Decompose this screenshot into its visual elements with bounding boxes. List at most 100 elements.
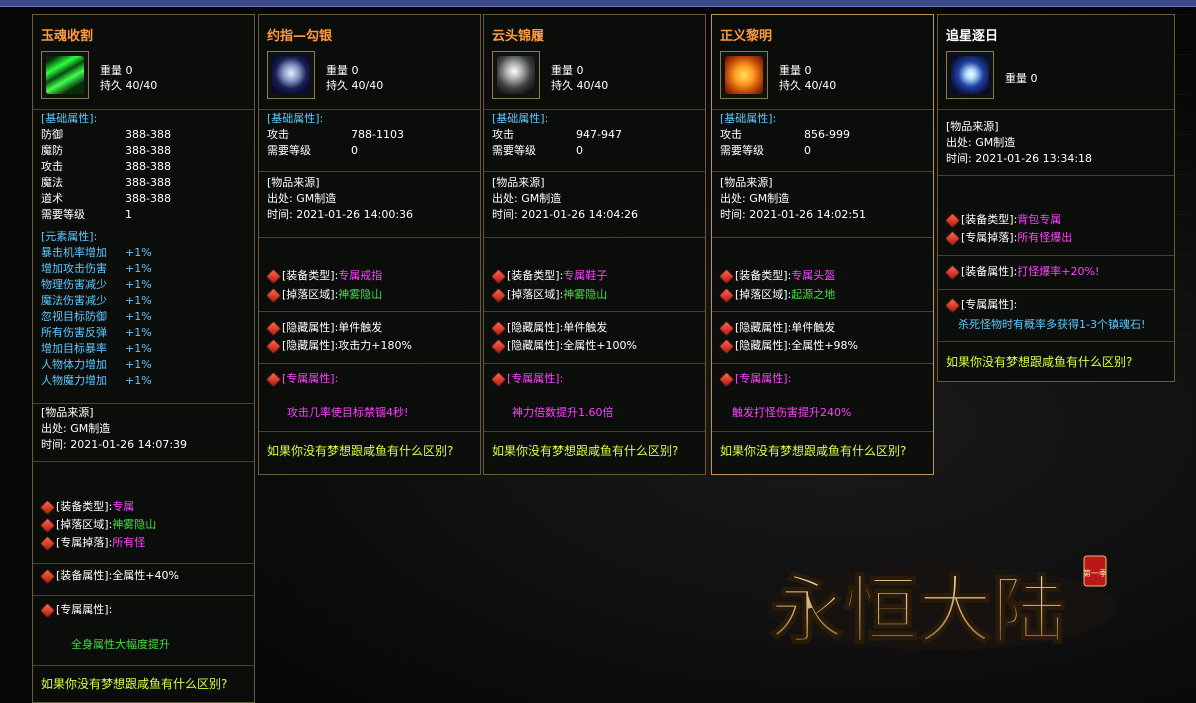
divider [33,563,254,564]
divider [33,595,254,596]
gem-bullet-icon [267,339,280,353]
flavor-text: 如果你没有梦想跟咸鱼有什么区别? [720,444,907,458]
elem-value: +1% [125,294,152,307]
gem-bullet-icon [492,372,505,386]
equip-attr-value: 打怪爆率+20%! [1017,265,1100,278]
base-attr-header: [基础属性]: [492,112,549,125]
source-header: [物品来源] [946,120,999,133]
source-origin: 出处: GM制造 [41,422,111,435]
flavor-text: 如果你没有梦想跟咸鱼有什么区别? [492,444,679,458]
durability: 持久 40/40 [551,79,609,92]
attr-key: 需要等级 [720,144,764,157]
source-time: 时间: 2021-01-26 14:00:36 [267,208,414,221]
excl-attr: [专属属性]: [267,371,474,387]
source-time: 时间: 2021-01-26 14:07:39 [41,438,188,451]
base-attr-header: [基础属性]: [41,112,98,125]
excl-attr: [专属属性]: [41,602,248,618]
attr-value: 788-1103 [351,128,404,141]
drop-area: 神雾隐山 [338,288,383,301]
flavor-text: 如果你没有梦想跟咸鱼有什么区别? [41,677,228,691]
hidden-label: [隐藏属性]: [735,321,792,334]
item-source: [物品来源] 出处: GM制造 时间: 2021-01-26 14:04:26 [492,175,699,223]
equip-type: 专属鞋子 [563,269,608,282]
equip-type-label: [装备类型]: [961,213,1018,226]
gem-bullet-icon [720,321,733,335]
gem-bullet-icon [946,213,959,227]
excl-attr-label: [专属属性]: [56,603,113,616]
divider [33,109,254,110]
logo-text: 永恒大陆 [770,568,1066,654]
equip-type: 专属头盔 [791,269,836,282]
hidden-label: [隐藏属性]: [735,339,792,352]
source-header: [物品来源] [720,176,773,189]
durability: 持久 40/40 [326,79,384,92]
gem-bullet-icon [41,518,54,532]
elem-key: 忽视目标防御 [41,310,107,323]
divider [259,311,480,312]
excl-attr-label: [专属属性]: [282,372,339,385]
excl-attr: [专属属性]: [492,371,699,387]
attr-value: 0 [351,144,358,157]
attr-value: 0 [576,144,583,157]
base-attr-header: [基础属性]: [720,112,777,125]
attr-key: 攻击 [492,128,514,141]
divider [484,363,705,364]
elem-key: 所有伤害反弹 [41,326,107,339]
divider [33,403,254,404]
attr-key: 攻击 [267,128,289,141]
item-source: [物品来源] 出处: GM制造 时间: 2021-01-26 13:34:18 [946,119,1168,167]
gem-bullet-icon [41,603,54,617]
durability: 持久 40/40 [100,79,158,92]
drop-area-label: [掉落区域]: [735,288,792,301]
attr-key: 需要等级 [492,144,536,157]
attr-value: 0 [804,144,811,157]
gem-bullet-icon [41,569,54,583]
drop-area: 起源之地 [791,288,836,301]
divider [938,175,1174,176]
elem-key: 魔法伤害减少 [41,294,107,307]
elem-key: 人物魔力增加 [41,374,107,387]
equip-type: 背包专属 [1017,213,1062,226]
item-source: [物品来源] 出处: GM制造 时间: 2021-01-26 14:02:51 [720,175,927,223]
source-time: 时间: 2021-01-26 14:04:26 [492,208,639,221]
divider [259,109,480,110]
elem-key: 人物体力增加 [41,358,107,371]
hidden-value: 单件触发 [791,321,836,334]
attr-value: 388-388 [125,128,171,141]
gem-bullet-icon [267,288,280,302]
attr-key: 防御 [41,128,63,141]
window-top-bar [0,0,1196,7]
weight-info: 重量 0 [1005,71,1038,86]
source-header: [物品来源] [267,176,320,189]
excl-drop: 所有怪爆出 [1017,231,1073,244]
hidden-attrs: [隐藏属性]:单件触发 [隐藏属性]:全属性+98% [720,319,927,355]
attr-value: 388-388 [125,176,171,189]
divider [712,109,933,110]
divider [259,363,480,364]
logo-badge: 第一季 [1083,568,1107,578]
hidden-label: [隐藏属性]: [282,321,339,334]
elem-attr-header: [元素属性]: [41,230,98,243]
attr-value: 388-388 [125,160,171,173]
ring-icon [267,51,315,99]
item-tooltip-star: 追星逐日 重量 0 [物品来源] 出处: GM制造 时间: 2021-01-26… [937,14,1175,382]
game-logo: 永恒大陆 第一季 [762,548,1122,658]
equip-type-label: [装备类型]: [282,269,339,282]
source-time: 时间: 2021-01-26 13:34:18 [946,152,1093,165]
hidden-attrs: [隐藏属性]:单件触发 [隐藏属性]:攻击力+180% [267,319,474,355]
weight-info: 重量 0 持久 40/40 [326,63,383,93]
divider [484,171,705,172]
star-orb-icon [946,51,994,99]
item-tooltip-ring: 约指—勾银 重量 0 持久 40/40 [基础属性]: 攻击 788-1103 需… [258,14,481,475]
equip-type-label: [装备类型]: [56,500,113,513]
divider [259,171,480,172]
attr-value: 947-947 [576,128,622,141]
excl-attr-value: 神力倍数提升1.60倍 [512,406,614,419]
equip-info: [装备类型]:背包专属 [专属掉落]:所有怪爆出 [946,211,1168,247]
divider [712,171,933,172]
equip-info: [装备类型]:专属头盔 [掉落区域]:起源之地 [720,266,927,304]
attr-key: 攻击 [720,128,742,141]
hidden-label: [隐藏属性]: [507,339,564,352]
hidden-value: 全属性+100% [563,339,637,352]
elem-value: +1% [125,262,152,275]
